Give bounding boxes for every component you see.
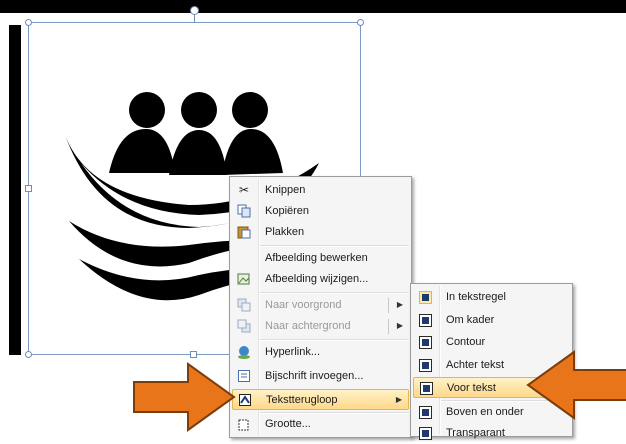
menu-item-paste[interactable]: Plakken <box>232 222 409 243</box>
wrap-through-icon <box>417 425 433 441</box>
menu-separator <box>260 339 409 341</box>
split-separator <box>388 298 389 313</box>
wrap-option-in-line[interactable]: In tekstregel <box>413 287 570 308</box>
wrap-option-through[interactable]: Transparant <box>413 423 570 444</box>
menu-item-bring-forward[interactable]: Naar voorgrond ▶ <box>232 295 409 316</box>
caption-icon <box>236 368 252 384</box>
submenu-arrow-icon: ▶ <box>396 321 403 330</box>
wrap-behind-text-icon <box>417 357 433 373</box>
change-picture-icon <box>236 271 252 287</box>
resize-handle-bottom-left[interactable] <box>25 351 32 358</box>
menu-item-send-backward[interactable]: Naar achtergrond ▶ <box>232 316 409 337</box>
menu-item-size[interactable]: Grootte... <box>232 414 409 435</box>
resize-handle-left[interactable] <box>25 185 32 192</box>
context-menu: ✂ Knippen Kopiëren Plakken Afbeelding be… <box>229 176 412 438</box>
wrap-top-bottom-icon <box>417 404 433 420</box>
menu-item-hyperlink[interactable]: Hyperlink... <box>232 342 409 363</box>
wrap-option-square[interactable]: Om kader <box>413 310 570 331</box>
wrap-in-line-icon <box>417 289 433 305</box>
submenu-arrow-icon: ▶ <box>395 395 402 404</box>
wrap-square-icon <box>417 312 433 328</box>
wrap-in-front-icon <box>418 380 434 396</box>
menu-item-cut[interactable]: ✂ Knippen <box>232 180 409 201</box>
menu-item-text-wrapping[interactable]: Tekstterugloop ▶ <box>232 389 409 410</box>
resize-handle-top-right[interactable] <box>357 19 364 26</box>
menu-item-insert-caption[interactable]: Bijschrift invoegen... <box>232 366 409 387</box>
top-black-bar <box>0 0 626 13</box>
menu-item-change-picture[interactable]: Afbeelding wijzigen... <box>232 269 409 290</box>
resize-handle-top-left[interactable] <box>25 19 32 26</box>
rotation-handle[interactable] <box>190 6 199 15</box>
paste-icon <box>236 224 252 240</box>
left-pointing-arrow-icon <box>526 350 626 420</box>
menu-item-edit-picture[interactable]: Afbeelding bewerken <box>232 248 409 269</box>
send-backward-icon <box>236 318 252 334</box>
wrap-tight-icon <box>417 334 433 350</box>
document-stripe <box>9 25 21 355</box>
right-pointing-arrow-icon <box>133 362 236 432</box>
hyperlink-icon <box>236 344 252 360</box>
split-separator <box>388 319 389 334</box>
menu-item-copy[interactable]: Kopiëren <box>232 201 409 222</box>
scissors-icon: ✂ <box>238 183 250 197</box>
menu-separator <box>260 292 409 294</box>
text-wrap-icon <box>237 392 253 408</box>
size-icon <box>236 416 252 432</box>
copy-icon <box>236 203 252 219</box>
bring-forward-icon <box>236 297 252 313</box>
resize-handle-bottom[interactable] <box>190 351 197 358</box>
submenu-arrow-icon: ▶ <box>396 300 403 309</box>
menu-separator <box>260 245 409 247</box>
